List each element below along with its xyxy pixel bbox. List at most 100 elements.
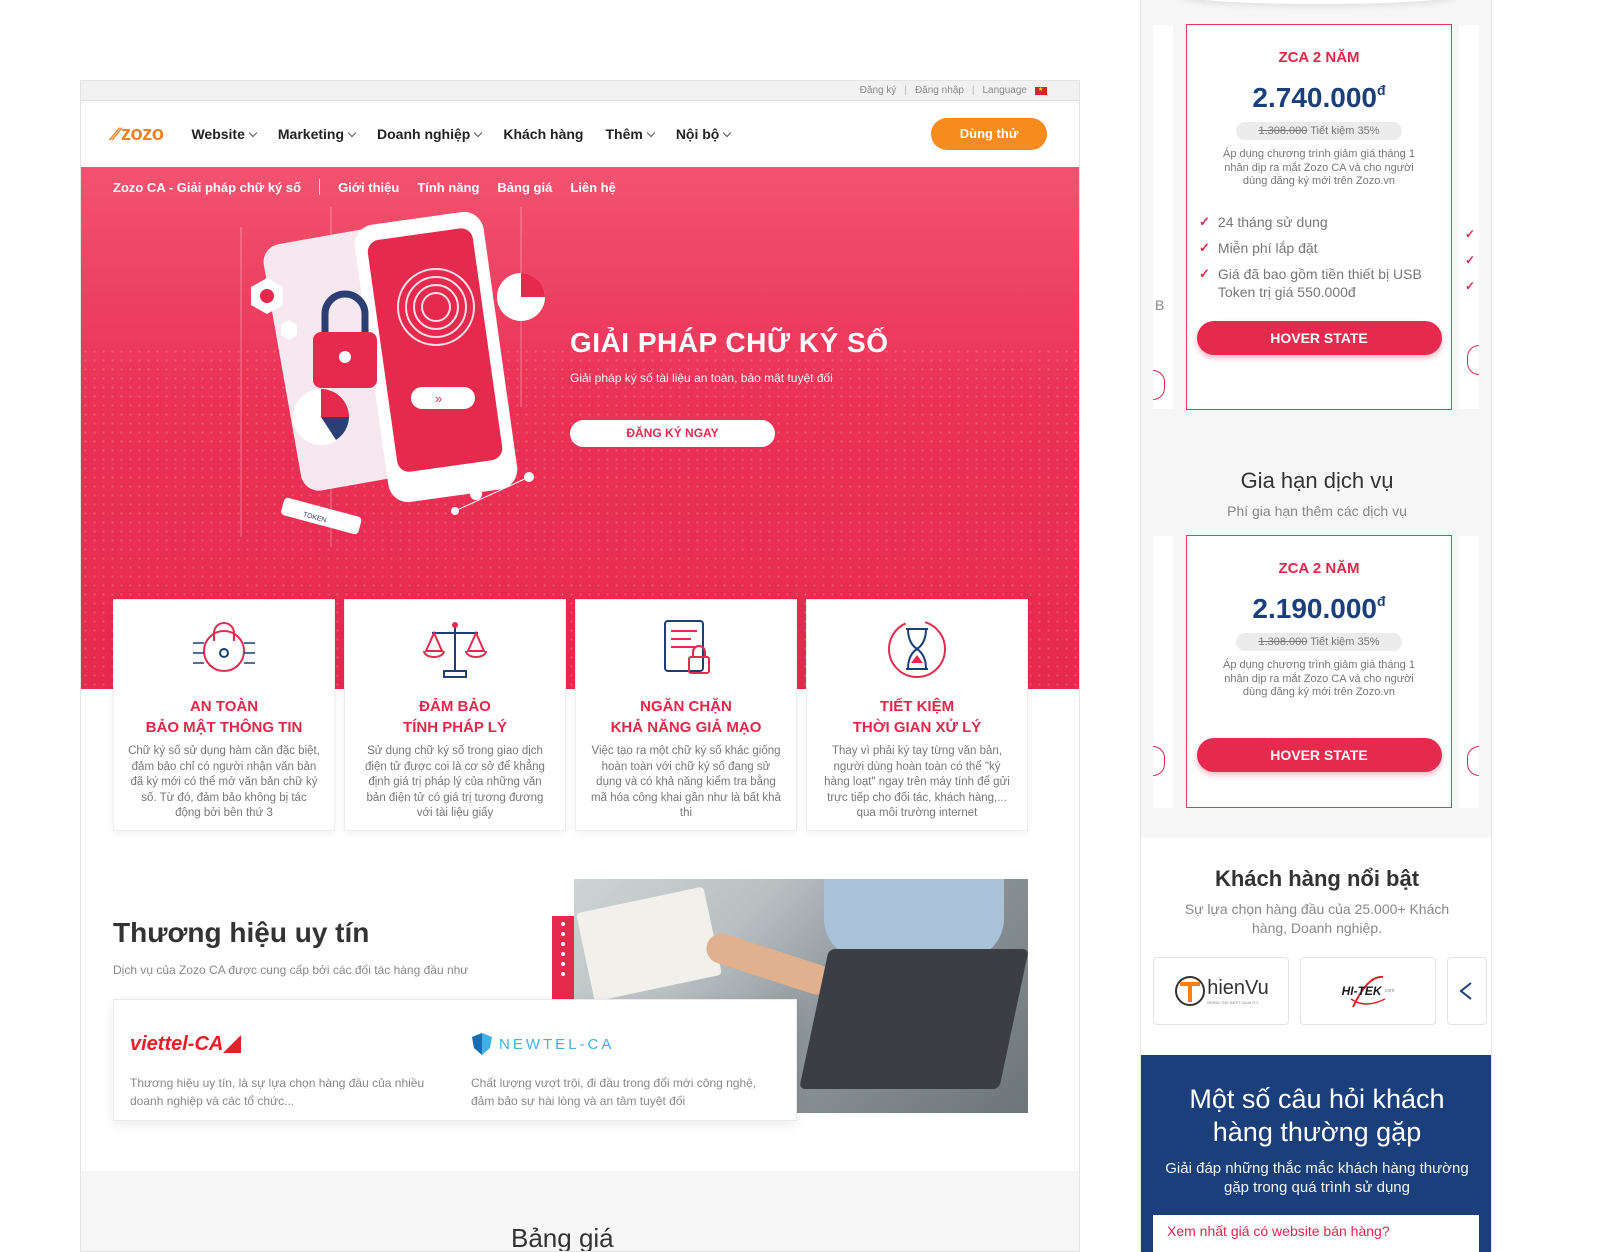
carousel-dot[interactable] [561, 972, 565, 976]
menu-khach-hang[interactable]: Khách hàng [503, 126, 583, 142]
renew-button[interactable]: HOVER STATE [1196, 737, 1442, 772]
hienvu-t-icon [1175, 976, 1206, 1006]
carousel-dot[interactable] [561, 922, 565, 926]
zozo-logo[interactable]: ⁄⁄ zozo [111, 122, 164, 146]
logo-text: zozo [121, 122, 164, 145]
partner-newtel: NEWTEL-CA Chất lượng vượt trội, đi đầu t… [455, 1000, 796, 1120]
peek-checks: ✓ ✓ ✓ [1465, 227, 1476, 293]
next-card-peek: ✓ ✓ ✓ [1459, 25, 1479, 409]
plan-name: ZCA 2 NĂM [1278, 49, 1360, 66]
partner-viettel: viettel-CA Thương hiệu uy tín, là sự lựa… [114, 1000, 455, 1120]
newtel-ca-logo[interactable]: NEWTEL-CA [471, 1024, 780, 1064]
feature-text: Thay vì phải ký tay từng văn bản, người … [824, 745, 1010, 819]
desktop-page: Đăng ký | Đăng nhập | Language ⁄⁄ zozo W… [80, 80, 1080, 1252]
subnav-item-bang-gia[interactable]: Bảng giá [497, 180, 552, 195]
feature-text: Sử dụng chữ ký số trong giao dịch điện t… [365, 745, 545, 819]
feature-label: Giá đã bao gồm tiền thiết bị USB Token t… [1217, 265, 1422, 300]
next-card-peek [1459, 536, 1479, 808]
photo-notebook [576, 886, 722, 1002]
customer-logo-hitek[interactable]: HI-TEK .com [1300, 957, 1436, 1025]
feature-label: Miễn phí lắp đặt [1217, 239, 1318, 256]
faq-question-item[interactable]: Xem nhất giá có website bán hàng? [1153, 1215, 1479, 1252]
customers-title: Khách hàng nổi bật [1214, 866, 1420, 891]
plan-note: Áp dụng chương trình giảm giá tháng 1 nh… [1223, 148, 1415, 187]
language-link[interactable]: Language [983, 85, 1028, 96]
carousel-dot[interactable] [561, 962, 565, 966]
feature-card: AN TOÀN BẢO MẬT THÔNG TIN Chữ ký số sử d… [113, 599, 335, 831]
feature-card: NGĂN CHẶN KHẢ NĂNG GIẢ MẠO Việc tạo ra m… [575, 599, 797, 831]
brand-title: Thương hiệu uy tín [113, 917, 370, 948]
register-now-button[interactable]: ĐĂNG KÝ NGAY [570, 420, 775, 447]
pricing-section-preview: Bảng giá [81, 1171, 1079, 1251]
document-lock-icon [576, 614, 796, 684]
subnav-item-tinh-nang[interactable]: Tính năng [417, 180, 479, 195]
price-currency: đ [1377, 593, 1386, 609]
vietnam-flag-icon[interactable] [1035, 86, 1047, 95]
viettel-ca-logo[interactable]: viettel-CA [130, 1024, 439, 1064]
top-rounded-edge [1181, 0, 1457, 4]
menu-website[interactable]: Website [191, 126, 258, 142]
peek-button[interactable] [1467, 345, 1479, 375]
scales-icon [345, 614, 565, 684]
newtel-logo-text: NEWTEL-CA [499, 1035, 615, 1053]
menu-label: Thêm [605, 126, 643, 142]
customers-subtitle: Sự lựa chọn hàng đầu của 25.000+ Khách h… [1184, 901, 1450, 936]
chevron-down-icon [347, 128, 357, 137]
carousel-dot[interactable] [561, 952, 565, 956]
partial-logo-icon [1459, 982, 1472, 1000]
plan-features: ✓ 24 tháng sử dụng ✓ Miễn phí lắp đặt ✓ Giá… [1187, 189, 1451, 301]
plan-price: 2.190.000đ [1187, 593, 1451, 625]
price-currency: đ [1377, 82, 1386, 98]
carousel-dots[interactable] [552, 916, 574, 999]
padlock-circuit-icon [114, 614, 334, 684]
menu-label: Doanh nghiệp [377, 126, 471, 142]
check-icon: ✓ [1199, 213, 1210, 229]
separator: | [971, 85, 975, 96]
customer-logo-hienvu[interactable]: hienVu BRING THE BEST QUALITY [1153, 957, 1289, 1025]
carousel-dot[interactable] [561, 932, 565, 936]
photo-arm [702, 929, 836, 999]
price-value: 2.740.000 [1252, 82, 1377, 113]
top-utility-bar: Đăng ký | Đăng nhập | Language [81, 81, 1079, 101]
brand-subtitle: Dịch vụ của Zozo CA được cung cấp bởi cá… [113, 963, 469, 977]
menu-them[interactable]: Thêm [605, 126, 656, 142]
feature-title: TIẾT KIỆM THỜI GIAN XỬ LÝ [852, 698, 982, 736]
feature-label: 24 tháng sử dụng [1217, 213, 1328, 230]
menu-doanh-nghiep[interactable]: Doanh nghiệp [377, 126, 483, 142]
hero-illustration: » TOKEN [240, 207, 545, 547]
hourglass-icon [807, 614, 1027, 684]
customer-logo-text: hienVu [1207, 977, 1269, 999]
viettel-logo-text: viettel-CA [130, 1032, 224, 1055]
customer-logo-partial[interactable] [1447, 957, 1487, 1025]
menu-noi-bo[interactable]: Nội bộ [676, 126, 732, 142]
plan-feature-item: ✓ 24 tháng sử dụng [1199, 213, 1451, 231]
subnav-item-lien-he[interactable]: Liên hệ [570, 180, 616, 195]
login-link[interactable]: Đăng nhập [915, 85, 964, 96]
register-link[interactable]: Đăng ký [860, 85, 897, 96]
check-icon: ✓ [1199, 265, 1210, 281]
chevron-down-icon [723, 128, 732, 137]
photo-laptop [799, 949, 1028, 1089]
trial-button[interactable]: Dùng thử [931, 118, 1047, 150]
menu-marketing[interactable]: Marketing [277, 126, 357, 142]
faq-subtitle: Giải đáp những thắc mắc khách hàng thườn… [1165, 1160, 1469, 1196]
menu-label: Marketing [277, 126, 345, 142]
subnav-brand[interactable]: Zozo CA - Giải pháp chữ ký số [113, 180, 301, 195]
hero-title: GIẢI PHÁP CHỮ KÝ SỐ [570, 327, 889, 358]
peek-button[interactable] [1153, 746, 1165, 776]
partner-description: Thương hiệu uy tín, là sự lựa chọn hàng … [130, 1076, 425, 1108]
carousel-dot[interactable] [561, 942, 565, 946]
peek-button[interactable] [1467, 746, 1479, 776]
subnav-item-gioi-thieu[interactable]: Giới thiệu [338, 180, 399, 195]
customer-logos: hienVu BRING THE BEST QUALITY HI-TEK .co… [1153, 957, 1487, 1025]
renewal-title: Gia hạn dịch vụ [1240, 468, 1394, 493]
chevron-down-icon [474, 128, 483, 137]
price-value: 2.190.000 [1252, 593, 1377, 624]
peek-button[interactable] [1153, 370, 1165, 400]
feature-text: Chữ ký số sử dụng hàm căn đặc biệt, đảm … [128, 745, 320, 819]
zozo-logo-mark-icon: ⁄⁄ [111, 123, 120, 144]
plan-buy-button[interactable]: HOVER STATE [1196, 320, 1442, 355]
hero-subtitle: Giải pháp ký số tài liệu an toàn, bảo mậ… [570, 371, 833, 385]
plan-feature-item: ✓ Miễn phí lắp đặt [1199, 239, 1451, 257]
savings-badge: 1.308.000 Tiết kiệm 35% [1236, 633, 1402, 651]
